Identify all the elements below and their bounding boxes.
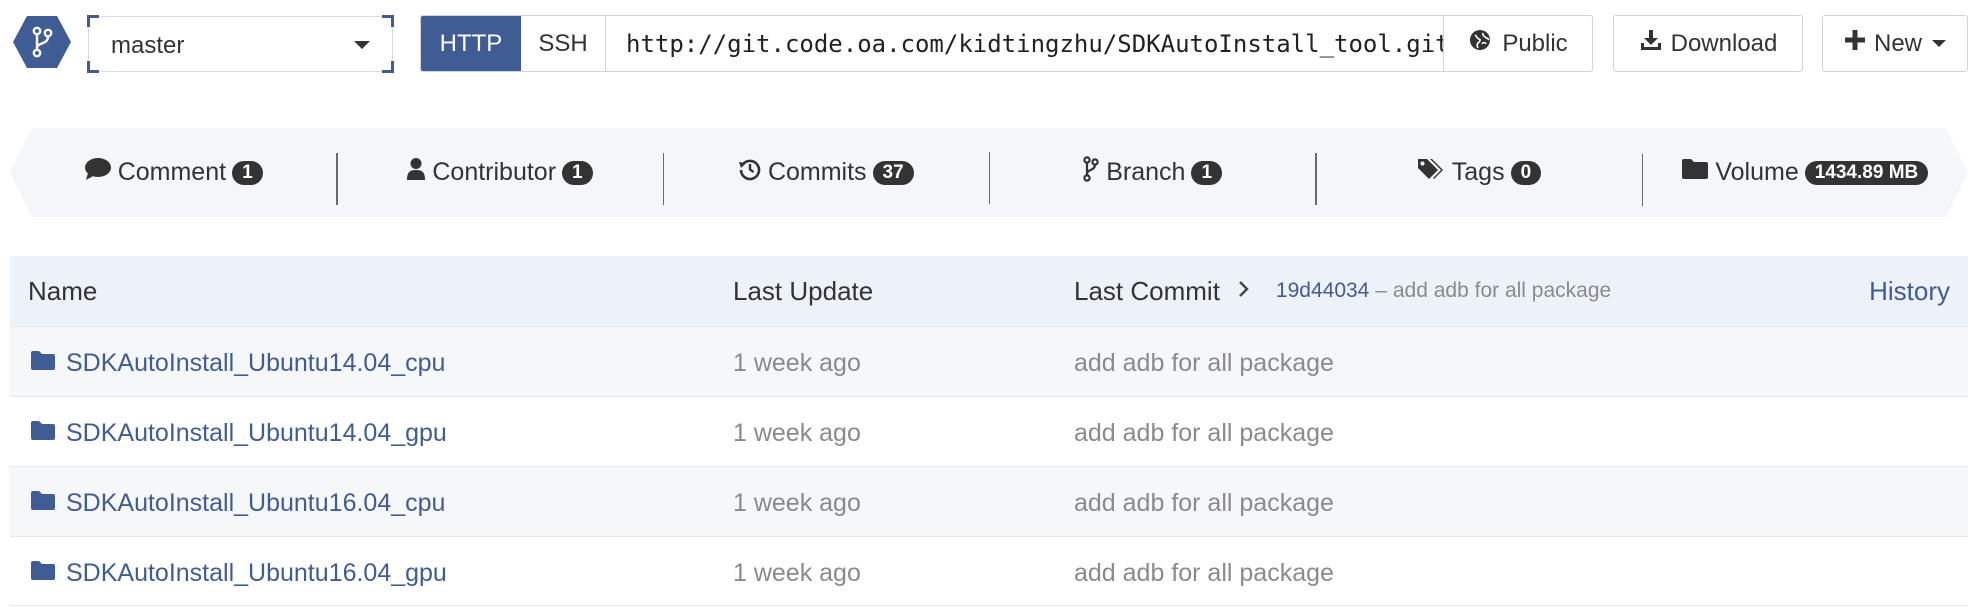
stat-count-badge: 0 xyxy=(1510,160,1542,185)
stat-count-badge: 1 xyxy=(562,160,593,185)
file-name-cell[interactable]: SDKAutoInstall_Ubuntu14.04_cpu xyxy=(30,349,445,378)
last-commit-label: Last Commit xyxy=(1074,275,1220,306)
column-header-name: Name xyxy=(28,275,98,306)
stat-count-badge: 37 xyxy=(872,160,914,185)
branch-select-value: master xyxy=(111,32,185,59)
last-commit-cell[interactable]: add adb for all package xyxy=(1074,419,1334,448)
last-update-cell: 1 week ago xyxy=(733,419,861,447)
clone-url-group: HTTP SSH http://git.code.oa.com/kidtingz… xyxy=(420,15,1593,72)
visibility-indicator[interactable]: Public xyxy=(1444,16,1592,71)
stat-branch[interactable]: Branch 1 xyxy=(988,152,1315,204)
last-update-cell: 1 week ago xyxy=(733,489,861,517)
comment-icon xyxy=(84,157,112,188)
tags-icon xyxy=(1416,157,1446,188)
plus-icon xyxy=(1844,29,1866,58)
latest-commit-message: – add adb for all package xyxy=(1375,279,1612,302)
stat-label: Volume xyxy=(1715,158,1799,186)
file-name-cell[interactable]: SDKAutoInstall_Ubuntu14.04_gpu xyxy=(30,419,447,448)
chevron-right-icon xyxy=(1238,277,1250,305)
download-button[interactable]: Download xyxy=(1613,15,1803,72)
globe-icon xyxy=(1468,28,1492,59)
table-row: SDKAutoInstall_Ubuntu16.04_cpu 1 week ag… xyxy=(10,466,1968,536)
folder-icon xyxy=(30,419,56,448)
select-corner xyxy=(87,15,99,27)
file-name-cell[interactable]: SDKAutoInstall_Ubuntu16.04_cpu xyxy=(30,489,445,518)
repo-stats-bar: Comment 1 Contributor 1 Commits 37 Branc… xyxy=(10,128,1968,217)
stat-count-badge: 1 xyxy=(1191,160,1223,185)
clone-url-field[interactable]: http://git.code.oa.com/kidtingzhu/SDKAut… xyxy=(606,16,1444,71)
select-corner xyxy=(382,15,394,27)
last-commit-cell[interactable]: add adb for all package xyxy=(1074,559,1334,588)
chevron-down-icon xyxy=(354,41,370,49)
select-corner xyxy=(87,61,99,73)
table-row: SDKAutoInstall_Ubuntu14.04_gpu 1 week ag… xyxy=(10,396,1968,466)
last-commit-cell[interactable]: add adb for all package xyxy=(1074,349,1334,378)
last-update-cell: 1 week ago xyxy=(733,559,861,587)
file-name-cell[interactable]: SDKAutoInstall_Ubuntu16.04_gpu xyxy=(30,559,447,588)
table-row: SDKAutoInstall_Ubuntu14.04_cpu 1 week ag… xyxy=(10,326,1968,396)
new-button[interactable]: New xyxy=(1822,15,1968,72)
folder-icon xyxy=(30,489,56,518)
folder-icon xyxy=(30,349,56,378)
branch-select[interactable]: master xyxy=(87,15,394,73)
folder-link[interactable]: SDKAutoInstall_Ubuntu16.04_gpu xyxy=(66,559,447,588)
folder-link[interactable]: SDKAutoInstall_Ubuntu14.04_cpu xyxy=(66,349,445,378)
column-header-last-update: Last Update xyxy=(733,275,874,306)
history-icon xyxy=(738,157,762,188)
column-header-last-commit: Last Commit 19d44034 – add adb for all p… xyxy=(1074,276,1611,307)
stat-label: Commits xyxy=(767,158,867,186)
folder-link[interactable]: SDKAutoInstall_Ubuntu14.04_gpu xyxy=(66,419,447,448)
stat-label: Contributor xyxy=(432,158,557,186)
stat-label: Tags xyxy=(1451,158,1505,186)
branch-icon xyxy=(1082,156,1100,189)
new-label: New xyxy=(1873,29,1922,57)
chevron-down-icon xyxy=(1932,40,1946,47)
stat-contributor[interactable]: Contributor 1 xyxy=(336,153,662,205)
http-button[interactable]: HTTP xyxy=(421,16,521,71)
stat-commits[interactable]: Commits 37 xyxy=(662,153,989,205)
folder-icon xyxy=(30,559,56,588)
folder-link[interactable]: SDKAutoInstall_Ubuntu16.04_cpu xyxy=(66,489,445,518)
stat-label: Comment xyxy=(117,158,227,186)
last-commit-cell[interactable]: add adb for all package xyxy=(1074,489,1334,518)
stat-count-badge: 1434.89 MB xyxy=(1804,160,1929,185)
table-body: SDKAutoInstall_Ubuntu14.04_cpu 1 week ag… xyxy=(10,326,1968,606)
file-table: Name Last Update Last Commit 19d44034 – … xyxy=(10,256,1968,606)
stat-comment[interactable]: Comment 1 xyxy=(10,157,336,188)
table-header: Name Last Update Last Commit 19d44034 – … xyxy=(10,256,1968,326)
download-icon xyxy=(1639,28,1663,59)
history-link[interactable]: History xyxy=(1869,276,1950,307)
branch-icon xyxy=(12,14,72,70)
stat-count-badge: 1 xyxy=(232,160,263,185)
download-label: Download xyxy=(1670,29,1778,57)
stat-label: Branch xyxy=(1106,158,1186,186)
ssh-button[interactable]: SSH xyxy=(521,16,606,71)
stat-tags[interactable]: Tags 0 xyxy=(1315,153,1641,205)
commit-hash-link[interactable]: 19d44034 xyxy=(1276,279,1369,303)
select-corner xyxy=(382,61,394,73)
visibility-label: Public xyxy=(1502,29,1568,57)
folder-icon xyxy=(1681,158,1709,187)
last-update-cell: 1 week ago xyxy=(733,349,861,377)
user-icon xyxy=(406,157,426,188)
stat-volume: Volume 1434.89 MB xyxy=(1641,154,1968,206)
table-row: SDKAutoInstall_Ubuntu16.04_gpu 1 week ag… xyxy=(10,536,1968,606)
